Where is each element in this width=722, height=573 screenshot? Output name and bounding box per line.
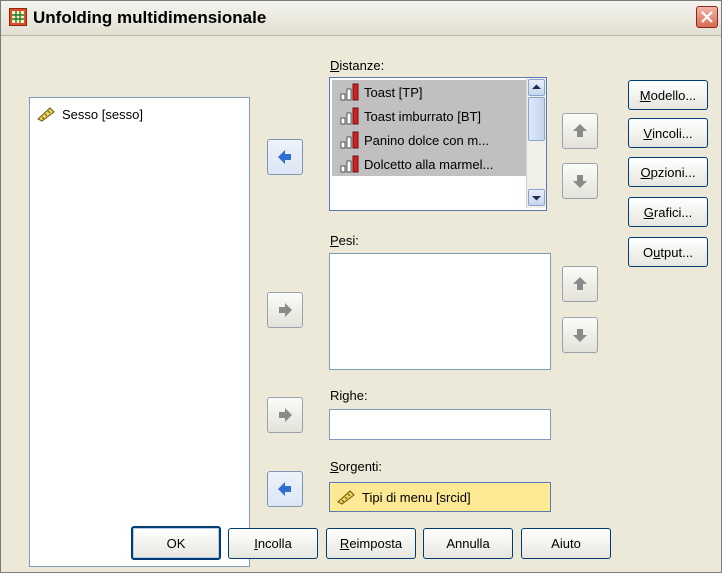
list-item-label: Toast [TP] [364, 84, 423, 100]
weights-move-down-button[interactable] [562, 317, 598, 353]
cancel-button[interactable]: Annulla [423, 528, 513, 559]
chevron-down-icon [532, 196, 541, 201]
list-item[interactable]: Toast imburrato [BT] [332, 104, 526, 128]
list-item[interactable]: Toast [TP] [332, 80, 526, 104]
window-title: Unfolding multidimensionale [33, 8, 267, 27]
scroll-up-button[interactable] [528, 79, 545, 96]
arrow-right-icon [279, 408, 292, 422]
list-item-label: Sesso [sesso] [62, 106, 143, 122]
model-button[interactable]: Modello... [628, 80, 708, 110]
list-item-label: Panino dolce con m... [364, 132, 490, 148]
ruler-icon [337, 490, 355, 505]
distances-label: Distanze: [330, 58, 385, 73]
distances-scrollbar[interactable] [526, 78, 546, 208]
ruler-icon [37, 107, 55, 122]
list-item[interactable]: Sesso [sesso] [36, 102, 236, 126]
sources-value: Tipi di menu [srcid] [336, 485, 544, 509]
title-bar: Unfolding multidimensionale [1, 1, 721, 36]
dialog-window: Unfolding multidimensionale Sesso [sesso… [0, 0, 722, 573]
arrow-up-icon [573, 277, 587, 290]
options-button[interactable]: Opzioni... [628, 157, 708, 187]
paste-button[interactable]: Incolla [228, 528, 318, 559]
move-to-sources-button[interactable] [267, 471, 303, 507]
arrow-down-icon [573, 329, 587, 342]
help-button[interactable]: Aiuto [521, 528, 611, 559]
reset-button[interactable]: Reimposta [326, 528, 416, 559]
constraints-button[interactable]: Vincoli... [628, 118, 708, 148]
scroll-down-button[interactable] [528, 189, 545, 206]
list-item[interactable]: Dolcetto alla marmel... [332, 152, 526, 176]
list-item-label: Toast imburrato [BT] [364, 108, 482, 124]
chevron-up-icon [532, 84, 541, 89]
data-grid-icon [9, 8, 27, 26]
sources-field[interactable]: Tipi di menu [srcid] [329, 482, 551, 512]
distances-list[interactable]: Toast [TP] Toast imburrato [BT] Panino d… [329, 77, 547, 211]
arrow-left-icon [278, 150, 291, 164]
close-icon [701, 11, 713, 23]
scale-bar-icon [340, 83, 359, 101]
arrow-left-icon [278, 482, 291, 496]
weights-list[interactable] [329, 253, 551, 370]
list-item[interactable]: Panino dolce con m... [332, 128, 526, 152]
ok-button[interactable]: OK [131, 526, 221, 560]
move-to-distances-button[interactable] [267, 139, 303, 175]
scale-bar-icon [340, 155, 359, 173]
rows-label: Righe: [330, 388, 368, 403]
distances-move-down-button[interactable] [562, 163, 598, 199]
distances-move-up-button[interactable] [562, 113, 598, 149]
output-button[interactable]: Ou tput... [628, 237, 708, 267]
sources-value-label: Tipi di menu [srcid] [362, 489, 471, 505]
rows-field[interactable] [329, 409, 551, 440]
scale-bar-icon [340, 107, 359, 125]
arrow-right-icon [279, 303, 292, 317]
source-variable-list[interactable]: Sesso [sesso] [29, 97, 250, 567]
arrow-down-icon [573, 175, 587, 188]
scroll-thumb[interactable] [528, 97, 545, 141]
plots-button[interactable]: Grafici... [628, 197, 708, 227]
weights-move-up-button[interactable] [562, 266, 598, 302]
arrow-up-icon [573, 124, 587, 137]
close-button[interactable] [696, 6, 718, 28]
move-to-rows-button[interactable] [267, 397, 303, 433]
list-item-label: Dolcetto alla marmel... [364, 156, 494, 172]
weights-label: Pesi: [330, 233, 359, 248]
move-to-weights-button[interactable] [267, 292, 303, 328]
sources-label: Sorgenti: [330, 459, 383, 474]
scale-bar-icon [340, 131, 359, 149]
